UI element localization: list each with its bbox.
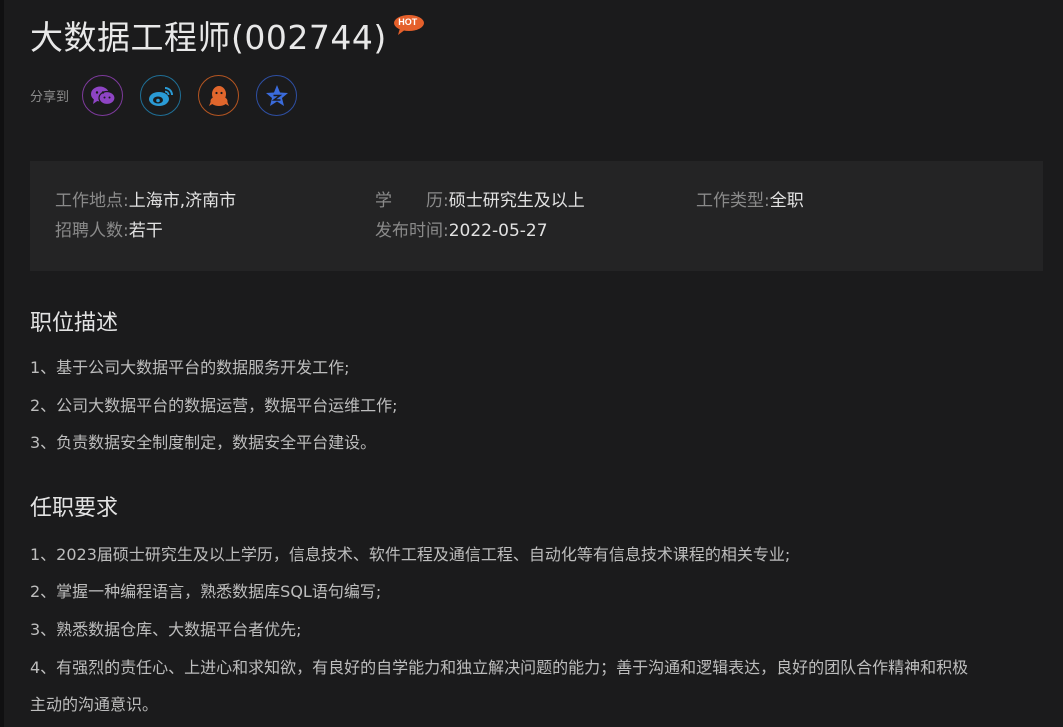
requirement-line: 4、有强烈的责任心、上进心和求知欲，有良好的自学能力和独立解决问题的能力；善于沟… <box>30 658 969 677</box>
hot-badge: HOT <box>393 14 427 36</box>
share-qq-button[interactable] <box>198 75 240 116</box>
job-title: 大数据工程师(002744) <box>30 18 387 57</box>
info-type-value: 全职 <box>769 191 804 211</box>
qq-icon <box>208 85 229 106</box>
description-line: 2、公司大数据平台的数据运营，数据平台运维工作; <box>30 396 398 415</box>
description-title: 职位描述 <box>30 311 119 336</box>
info-type: 工作类型:全职 <box>696 190 804 212</box>
weibo-icon <box>148 86 173 106</box>
hot-badge-label: HOT <box>398 17 418 27</box>
info-date: 发布时间:2022-05-27 <box>375 220 548 242</box>
info-headcount: 招聘人数:若干 <box>55 220 163 242</box>
info-date-label: 发布时间: <box>375 221 449 241</box>
requirement-line: 3、熟悉数据仓库、大数据平台者优先; <box>30 620 302 639</box>
info-education-label: 学 历: <box>375 191 449 211</box>
wechat-icon <box>90 86 116 105</box>
info-education: 学 历:硕士研究生及以上 <box>375 190 585 212</box>
info-headcount-label: 招聘人数: <box>55 221 129 241</box>
info-location-label: 工作地点: <box>55 191 129 211</box>
title-row: 大数据工程师(002744) HOT <box>30 12 427 64</box>
share-weibo-button[interactable] <box>140 75 182 116</box>
share-row: 分享到 <box>30 75 314 116</box>
description-line: 1、基于公司大数据平台的数据服务开发工作; <box>30 358 350 377</box>
requirement-line: 1、2023届硕士研究生及以上学历，信息技术、软件工程及通信工程、自动化等有信息… <box>30 545 791 564</box>
requirements-title: 任职要求 <box>30 496 119 521</box>
job-detail-page: 大数据工程师(002744) HOT 分享到 工作地点:上海市,济南市 学 历:… <box>0 0 1063 727</box>
share-qzone-button[interactable] <box>256 75 298 116</box>
requirement-line: 2、掌握一种编程语言，熟悉数据库SQL语句编写; <box>30 582 382 601</box>
job-info-box: 工作地点:上海市,济南市 学 历:硕士研究生及以上 工作类型:全职 招聘人数:若… <box>30 161 1043 271</box>
info-education-value: 硕士研究生及以上 <box>448 191 585 211</box>
info-location: 工作地点:上海市,济南市 <box>55 190 236 212</box>
info-type-label: 工作类型: <box>696 191 770 211</box>
requirement-line: 主动的沟通意识。 <box>30 695 159 714</box>
info-headcount-value: 若干 <box>128 221 163 241</box>
share-wechat-button[interactable] <box>82 75 124 116</box>
share-label: 分享到 <box>30 90 70 105</box>
qzone-icon <box>265 84 288 106</box>
description-line: 3、负责数据安全制度制定，数据安全平台建设。 <box>30 433 377 452</box>
info-date-value: 2022-05-27 <box>448 221 548 241</box>
info-location-value: 上海市,济南市 <box>128 191 237 211</box>
